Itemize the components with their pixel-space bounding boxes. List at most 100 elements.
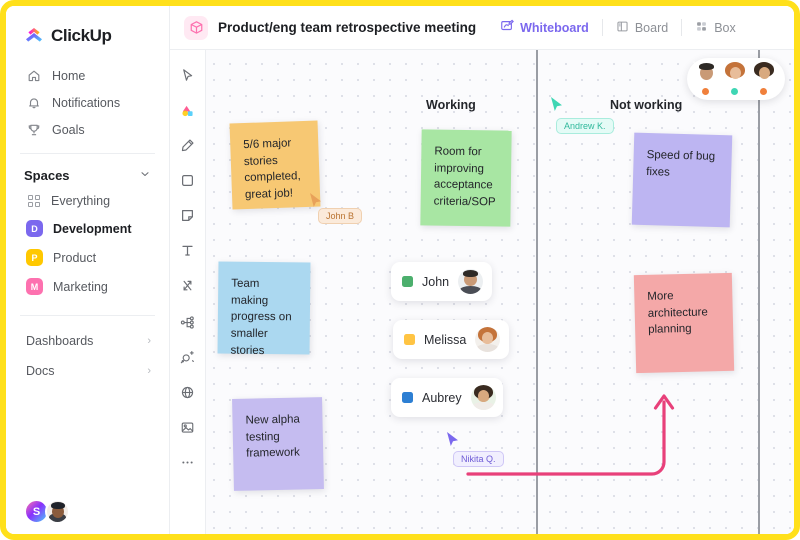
member-name: Aubrey <box>422 390 462 405</box>
sidebar-item-marketing[interactable]: M Marketing <box>6 272 169 301</box>
avatar <box>458 269 484 294</box>
trophy-icon <box>26 122 41 137</box>
sidebar-item-label: Goals <box>52 122 85 137</box>
dot-grid-icon <box>26 193 41 208</box>
spaces-label: Spaces <box>24 168 70 183</box>
tab-label: Whiteboard <box>520 20 589 35</box>
globe-icon[interactable] <box>177 381 199 403</box>
pink-arrow <box>466 394 675 476</box>
main-area: Product/eng team retrospective meeting W… <box>170 6 794 534</box>
cursor-label-andrew: Andrew K. <box>556 118 614 134</box>
ellipsis-icon[interactable] <box>177 451 199 473</box>
space-label: Development <box>53 221 132 236</box>
chevron-right-icon[interactable]: › <box>147 365 151 377</box>
spaces-section-header[interactable]: Spaces <box>6 164 169 187</box>
sidebar-item-home[interactable]: Home <box>6 62 169 89</box>
sticky-note[interactable]: New alpha testing framework <box>232 397 324 491</box>
avatar <box>475 327 501 352</box>
cursor-icon[interactable] <box>177 64 199 86</box>
whiteboard-cube-icon <box>184 15 208 40</box>
sidebar-item-notifications[interactable]: Notifications <box>6 89 169 116</box>
status-dot <box>760 88 767 95</box>
sticky-note[interactable]: Speed of bug fixes <box>631 132 733 228</box>
sidebar-item-dashboards[interactable]: Dashboards › <box>6 326 169 356</box>
tab-board[interactable]: Board <box>606 16 678 40</box>
chevron-right-icon[interactable]: › <box>147 335 151 347</box>
sidebar-item-goals[interactable]: Goals <box>6 116 169 143</box>
space-label: Product <box>53 250 97 265</box>
sidebar-user-area[interactable]: S <box>6 499 169 524</box>
clickup-app: ClickUp Home Notifications Goals Spaces … <box>6 6 794 534</box>
sidebar-divider <box>20 153 155 154</box>
chevron-down-icon[interactable] <box>139 168 151 183</box>
magic-wand-icon[interactable] <box>177 346 199 368</box>
sidebar-divider-2 <box>20 315 155 316</box>
board-icon <box>616 20 629 36</box>
tab-label: Board <box>634 20 669 35</box>
spaces-list: Everything D Development P Product M Mar… <box>6 187 169 301</box>
box-icon <box>695 20 708 36</box>
avatar[interactable] <box>45 499 70 524</box>
mindmap-icon[interactable] <box>177 311 199 333</box>
member-name: John <box>422 274 450 289</box>
sidebar: ClickUp Home Notifications Goals Spaces … <box>6 6 170 534</box>
presence-avatars[interactable] <box>687 58 785 100</box>
whiteboard-icon <box>500 19 515 36</box>
status-dot <box>731 88 738 95</box>
avatar <box>751 61 774 80</box>
presence-avatar[interactable] <box>722 61 750 96</box>
member-name: Melissa <box>424 332 467 347</box>
clickup-logo-icon <box>24 26 44 46</box>
avatar <box>693 61 714 80</box>
text-icon[interactable] <box>177 239 199 261</box>
tab-separator <box>601 19 603 36</box>
sidebar-item-label: Notifications <box>52 95 121 110</box>
cursor-label-nikita: Nikita Q. <box>453 451 504 467</box>
shapes-icon[interactable] <box>177 99 199 121</box>
sidebar-item-label: Home <box>52 68 86 83</box>
member-card[interactable]: John <box>391 262 492 301</box>
primary-nav: Home Notifications Goals <box>6 62 169 143</box>
sticky-note[interactable]: Team making progress on smaller stories <box>217 261 311 357</box>
sticky-note[interactable]: More architecture planning <box>633 272 735 374</box>
screenshot-frame: ClickUp Home Notifications Goals Spaces … <box>0 0 800 540</box>
space-label: Marketing <box>53 279 108 294</box>
space-badge: P <box>26 249 43 266</box>
sticky-note-icon[interactable] <box>177 204 199 226</box>
status-swatch <box>402 276 413 287</box>
column-separator-2 <box>758 50 760 534</box>
image-icon[interactable] <box>177 416 199 438</box>
sidebar-item-docs[interactable]: Docs › <box>6 356 169 386</box>
space-label: Everything <box>51 193 111 208</box>
whiteboard-toolbar <box>170 50 206 534</box>
brand-name: ClickUp <box>51 26 112 45</box>
status-swatch <box>402 392 413 403</box>
cursor-nikita-pointer <box>447 432 458 446</box>
column-title-not-working: Not working <box>610 98 683 112</box>
whiteboard-canvas[interactable]: Working Not working Improvements 5/6 maj… <box>170 50 794 534</box>
cursor-andrew-pointer <box>551 97 562 111</box>
presence-avatar[interactable] <box>751 61 779 96</box>
space-badge: D <box>26 220 43 237</box>
sidebar-item-product[interactable]: P Product <box>6 243 169 272</box>
square-icon[interactable] <box>177 169 199 191</box>
tab-box[interactable]: Box <box>685 16 746 40</box>
status-swatch <box>404 334 415 345</box>
brand[interactable]: ClickUp <box>6 20 169 52</box>
bell-icon <box>26 95 41 110</box>
page-title: Product/eng team retrospective meeting <box>218 20 477 35</box>
space-badge: M <box>26 278 43 295</box>
sidebar-item-everything[interactable]: Everything <box>6 187 169 214</box>
sticky-note[interactable]: 5/6 major stories completed, great job! <box>229 120 321 210</box>
tab-whiteboard[interactable]: Whiteboard <box>490 15 599 40</box>
sidebar-item-label: Docs <box>26 364 55 378</box>
sidebar-item-development[interactable]: D Development <box>6 214 169 243</box>
tab-label: Box <box>714 20 736 35</box>
presence-avatar[interactable] <box>693 61 721 96</box>
connector-arrows-icon[interactable] <box>177 274 199 296</box>
status-dot <box>702 88 709 95</box>
pen-icon[interactable] <box>177 134 199 156</box>
member-card[interactable]: Melissa <box>393 320 509 359</box>
home-icon <box>26 68 41 83</box>
sticky-note[interactable]: Room for improving acceptance criteria/S… <box>420 129 512 227</box>
